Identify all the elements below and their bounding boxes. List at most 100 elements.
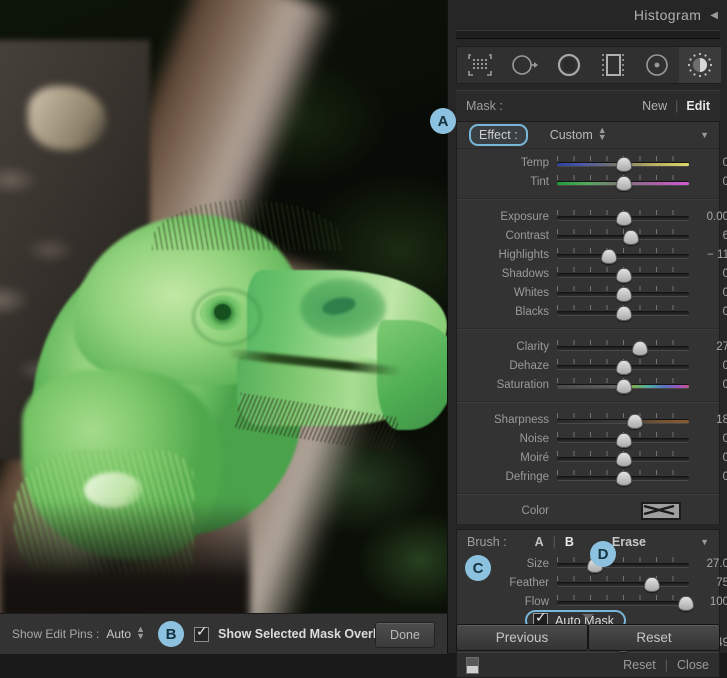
slider-value[interactable]: 0 bbox=[689, 306, 727, 318]
slider-track[interactable] bbox=[557, 358, 689, 375]
show-edit-pins-value[interactable]: Auto bbox=[106, 627, 131, 641]
slider-highlights[interactable]: Highlights − 11 bbox=[457, 245, 727, 264]
slider-handle[interactable] bbox=[616, 210, 632, 226]
slider-handle[interactable] bbox=[616, 267, 632, 283]
up-down-stepper-icon[interactable]: ▲ ▼ bbox=[598, 126, 607, 142]
show-selected-mask-overlay-checkbox[interactable]: ✓ bbox=[193, 624, 209, 642]
slider-track[interactable] bbox=[557, 412, 689, 429]
slider-handle[interactable] bbox=[622, 229, 639, 245]
slider-track[interactable] bbox=[557, 556, 689, 573]
slider-saturation[interactable]: Saturation 0 bbox=[457, 375, 727, 394]
slider-handle[interactable] bbox=[643, 576, 660, 592]
slider-track[interactable] bbox=[557, 247, 689, 264]
slider-handle[interactable] bbox=[616, 305, 632, 321]
brush-option-a[interactable]: A bbox=[535, 535, 544, 549]
slider-track[interactable] bbox=[557, 285, 689, 302]
brush-reset-button[interactable]: Reset bbox=[623, 658, 656, 672]
slider-track[interactable] bbox=[557, 339, 689, 356]
effect-label[interactable]: Effect : bbox=[469, 124, 528, 146]
slider-whites[interactable]: Whites 0 bbox=[457, 283, 727, 302]
slider-handle[interactable] bbox=[616, 156, 632, 172]
mask-new-button[interactable]: New bbox=[642, 99, 667, 113]
triangle-down-icon[interactable]: ▼ bbox=[700, 537, 709, 547]
slider-track[interactable] bbox=[557, 594, 695, 611]
up-down-stepper-icon[interactable]: ▲ ▼ bbox=[136, 625, 145, 641]
slider-value[interactable]: 0.00 bbox=[689, 211, 727, 223]
slider-exposure[interactable]: Exposure 0.00 bbox=[457, 207, 727, 226]
previous-button[interactable]: Previous bbox=[456, 624, 588, 651]
slider-track[interactable] bbox=[557, 304, 689, 321]
slider-value[interactable]: 0 bbox=[689, 176, 727, 188]
slider-track[interactable] bbox=[557, 209, 689, 226]
crop-overlay-tool[interactable] bbox=[457, 47, 503, 83]
slider-defringe[interactable]: Defringe 0 bbox=[457, 467, 727, 486]
slider-sharpness[interactable]: Sharpness 18 bbox=[457, 410, 727, 429]
no-color-swatch-icon[interactable] bbox=[641, 502, 681, 520]
slider-handle[interactable] bbox=[626, 413, 643, 429]
reset-button[interactable]: Reset bbox=[588, 624, 720, 651]
brush-close-button[interactable]: Close bbox=[677, 658, 709, 672]
slider-value[interactable]: 0 bbox=[689, 379, 727, 391]
mask-edit-button[interactable]: Edit bbox=[686, 99, 710, 113]
slider-value[interactable]: − 11 bbox=[689, 249, 727, 261]
photo-preview[interactable] bbox=[0, 0, 447, 613]
slider-track[interactable] bbox=[557, 266, 689, 283]
histogram-header[interactable]: Histogram ◀ bbox=[448, 0, 727, 30]
triangle-down-icon[interactable] bbox=[582, 614, 594, 619]
triangle-down-icon[interactable]: ▼ bbox=[700, 130, 709, 140]
slider-handle[interactable] bbox=[616, 286, 632, 302]
slider-track[interactable] bbox=[557, 174, 689, 191]
brush-option-b[interactable]: B bbox=[565, 535, 574, 549]
radial-filter-tool[interactable] bbox=[635, 47, 679, 83]
slider-value[interactable]: 0 bbox=[689, 268, 727, 280]
slider-track[interactable] bbox=[557, 431, 689, 448]
slider-handle[interactable] bbox=[616, 378, 632, 394]
slider-value[interactable]: 100 bbox=[689, 596, 727, 608]
slider-value[interactable]: 27.0 bbox=[689, 558, 727, 570]
graduated-filter-tool[interactable] bbox=[591, 47, 635, 83]
slider-value[interactable]: 0 bbox=[689, 433, 727, 445]
slider-noise[interactable]: Noise 0 bbox=[457, 429, 727, 448]
slider-moir-[interactable]: Moiré 0 bbox=[457, 448, 727, 467]
slider-value[interactable]: 0 bbox=[689, 157, 727, 169]
spot-removal-tool[interactable] bbox=[503, 47, 547, 83]
slider-value[interactable]: 6 bbox=[689, 230, 727, 242]
slider-contrast[interactable]: Contrast 6 bbox=[457, 226, 727, 245]
slider-value[interactable]: 27 bbox=[689, 341, 727, 353]
slider-dehaze[interactable]: Dehaze 0 bbox=[457, 356, 727, 375]
triangle-left-icon[interactable]: ◀ bbox=[710, 10, 718, 21]
panel-switch-icon[interactable] bbox=[466, 656, 479, 674]
slider-track[interactable] bbox=[557, 155, 689, 172]
slider-feather[interactable]: Feather 75 bbox=[457, 573, 727, 592]
slider-handle[interactable] bbox=[616, 432, 632, 448]
slider-value[interactable]: 0 bbox=[689, 360, 727, 372]
slider-handle[interactable] bbox=[616, 175, 632, 191]
slider-track[interactable] bbox=[557, 228, 689, 245]
slider-handle[interactable] bbox=[678, 595, 695, 611]
slider-handle[interactable] bbox=[616, 470, 632, 486]
slider-value[interactable]: 0 bbox=[689, 452, 727, 464]
red-eye-correction-tool[interactable] bbox=[547, 47, 591, 83]
show-selected-mask-overlay-label[interactable]: Show Selected Mask Overlay bbox=[218, 627, 390, 641]
brush-erase-button[interactable]: Erase bbox=[612, 535, 646, 549]
slider-clarity[interactable]: Clarity 27 bbox=[457, 337, 727, 356]
slider-temp[interactable]: Temp 0 bbox=[457, 153, 727, 172]
slider-value[interactable]: 75 bbox=[689, 577, 727, 589]
slider-track[interactable] bbox=[557, 575, 689, 592]
slider-handle[interactable] bbox=[631, 340, 648, 356]
done-button[interactable]: Done bbox=[375, 622, 435, 648]
slider-track[interactable] bbox=[557, 450, 689, 467]
slider-blacks[interactable]: Blacks 0 bbox=[457, 302, 727, 321]
slider-shadows[interactable]: Shadows 0 bbox=[457, 264, 727, 283]
slider-handle[interactable] bbox=[616, 359, 632, 375]
slider-tint[interactable]: Tint 0 bbox=[457, 172, 727, 191]
brush-size-slider[interactable] bbox=[721, 47, 727, 83]
slider-flow[interactable]: Flow 100 bbox=[457, 592, 727, 611]
slider-track[interactable] bbox=[557, 469, 689, 486]
adjustment-brush-tool[interactable] bbox=[679, 47, 721, 83]
slider-value[interactable]: 0 bbox=[689, 287, 727, 299]
slider-value[interactable]: 18 bbox=[689, 414, 727, 426]
slider-handle[interactable] bbox=[616, 451, 632, 467]
slider-track[interactable] bbox=[557, 377, 689, 394]
slider-size[interactable]: Size 27.0 bbox=[457, 554, 727, 573]
